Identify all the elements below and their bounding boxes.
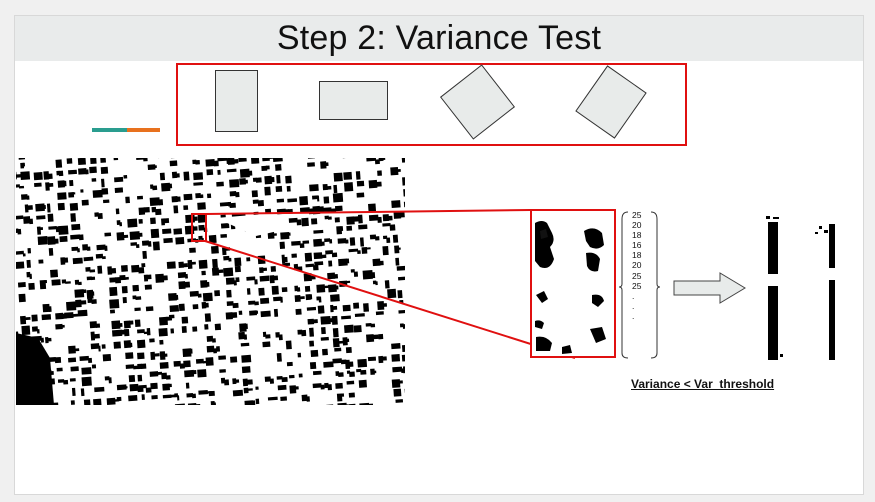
zoom-lines [191, 209, 746, 359]
variance-value: 16 [632, 240, 642, 251]
variance-value: 18 [632, 230, 642, 241]
variance-value: 20 [632, 220, 642, 231]
zoomed-patch [530, 209, 616, 358]
right-arrow-icon [673, 272, 746, 304]
variance-value: 18 [632, 250, 642, 261]
variance-value: . [632, 290, 635, 301]
slide: Step 2: Variance Test 25 20 18 16 18 20 … [14, 15, 864, 495]
variance-result-svg [766, 216, 835, 360]
zoom-source-box [191, 213, 207, 242]
left-brace [618, 211, 629, 359]
zoom-line-top [205, 209, 531, 215]
variance-values-list: 25 20 18 16 18 20 25 25... [632, 210, 641, 321]
variance-value: 20 [632, 260, 642, 271]
variance-value: 25 [632, 270, 642, 281]
right-brace [650, 211, 661, 359]
zoom-line-bottom [204, 240, 576, 359]
variance-value: 25 [632, 280, 642, 291]
zoomed-patch-svg [535, 221, 606, 354]
variance-value: 25 [632, 210, 642, 220]
variance-value: . [632, 310, 635, 321]
variance-caption: Variance < Var_threshold [631, 377, 775, 391]
variance-value: . [632, 300, 635, 311]
variance-result-image [763, 214, 835, 360]
